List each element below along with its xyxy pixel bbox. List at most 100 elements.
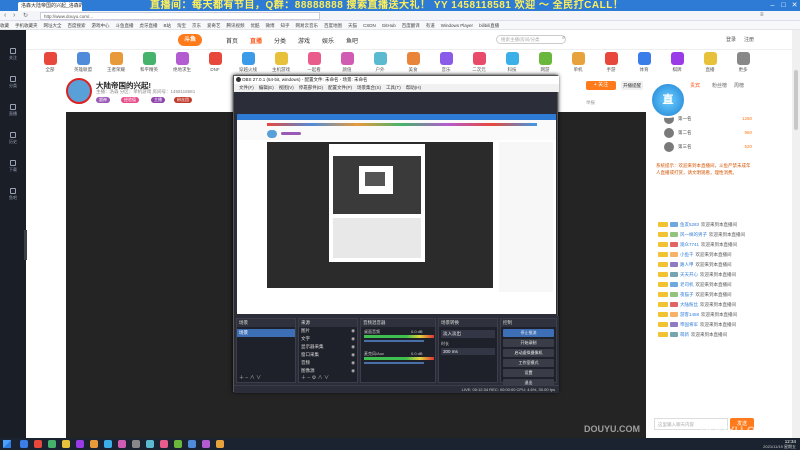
category-item[interactable]: 更多 — [729, 52, 757, 73]
source-item[interactable]: 音频 ◉ — [299, 359, 357, 367]
category-item[interactable]: 全部 — [36, 52, 64, 73]
bookmark-item[interactable]: 网易云音乐 — [296, 21, 319, 29]
browser-tab[interactable]: 洛森大陆帝国的兴起_洛森的直播间 — [18, 2, 82, 11]
bookmark-item[interactable]: 微博 — [266, 21, 275, 29]
chat-user[interactable]: 夜猫子 — [680, 292, 694, 297]
duration-input[interactable]: 300 ms — [441, 348, 495, 355]
taskbar-app-icon[interactable] — [188, 440, 196, 448]
search-icon[interactable]: ⌕ — [562, 35, 565, 42]
obs-menu-item[interactable]: 配置文件(P) — [328, 85, 352, 90]
maximize-icon[interactable]: □ — [778, 0, 789, 11]
taskbar-app-icon[interactable] — [76, 440, 84, 448]
chat-user[interactable]: 路人甲 — [680, 262, 694, 267]
control-button[interactable]: 设置 — [503, 369, 554, 377]
chat-user[interactable]: 帝国将军 — [680, 322, 698, 327]
eye-icon[interactable]: ◉ — [351, 336, 355, 342]
obs-menu-item[interactable]: 编辑(E) — [259, 85, 274, 90]
bookmark-item[interactable]: 百度搜索 — [68, 21, 86, 29]
bookmark-item[interactable]: 淘宝 — [177, 21, 186, 29]
bookmark-item[interactable]: bilibili直播 — [479, 21, 499, 29]
category-item[interactable]: 音乐 — [432, 52, 460, 73]
ranking-row[interactable]: 第三名 520 — [664, 142, 752, 152]
ranking-tab[interactable]: 周榜 — [734, 82, 744, 89]
nav-item[interactable]: 首页 — [226, 36, 238, 45]
menu-icon[interactable]: ≡ — [760, 12, 764, 18]
taskbar-app-icon[interactable] — [132, 440, 140, 448]
transition-select[interactable]: 淡入淡出 — [441, 330, 495, 338]
forward-icon[interactable]: › — [13, 12, 15, 19]
eye-icon[interactable]: ◉ — [351, 360, 355, 366]
taskbar-app-icon[interactable] — [216, 440, 224, 448]
site-logo[interactable]: 斗鱼 — [178, 34, 202, 46]
category-item[interactable]: 科技 — [498, 52, 526, 73]
nav-item[interactable]: 直播 — [250, 36, 262, 45]
category-item[interactable]: 网游 — [531, 52, 559, 73]
bookmark-item[interactable]: Windows Player — [441, 21, 473, 29]
eye-icon[interactable]: ◉ — [351, 344, 355, 350]
category-item[interactable]: 颜值 — [333, 52, 361, 73]
report-link[interactable]: 举报 — [586, 100, 595, 106]
chat-user[interactable]: 大陆粉丝 — [680, 302, 698, 307]
category-item[interactable]: 户外 — [366, 52, 394, 73]
category-item[interactable]: 主机游戏 — [267, 52, 295, 73]
bookmark-item[interactable]: 游戏中心 — [92, 21, 110, 29]
obs-menu-item[interactable]: 帮助(H) — [406, 85, 421, 90]
category-item[interactable]: 单机 — [564, 52, 592, 73]
chat-user[interactable]: 萌新 — [680, 332, 689, 337]
chat-user[interactable]: 观众7741 — [680, 242, 699, 247]
close-icon[interactable]: ✕ — [789, 0, 800, 11]
obs-menu-item[interactable]: 场景集合(S) — [357, 85, 381, 90]
chat-user[interactable]: 风一样的男子 — [680, 232, 707, 237]
ranking-row[interactable]: 第一名 1280 — [664, 114, 752, 124]
bookmark-item[interactable]: 知乎 — [281, 21, 290, 29]
nav-item[interactable]: 游戏 — [298, 36, 310, 45]
taskbar-app-icon[interactable] — [146, 440, 154, 448]
bookmark-item[interactable]: 有道 — [426, 21, 435, 29]
chat-user[interactable]: 游客1458 — [680, 312, 699, 317]
taskbar-app-icon[interactable] — [20, 440, 28, 448]
source-item[interactable]: 窗口采集 ◉ — [299, 351, 357, 359]
bookmark-item[interactable]: 网址大全 — [44, 21, 62, 29]
sidebar-handle[interactable] — [24, 230, 27, 260]
eye-icon[interactable]: ◉ — [351, 368, 355, 374]
category-item[interactable]: 一起看 — [300, 52, 328, 73]
taskbar-app-icon[interactable] — [174, 440, 182, 448]
category-item[interactable]: 王者荣耀 — [102, 52, 130, 73]
chat-user[interactable]: 天天开心 — [680, 272, 698, 277]
taskbar-app-icon[interactable] — [202, 440, 210, 448]
eye-icon[interactable]: ◉ — [351, 328, 355, 334]
obs-menu-item[interactable]: 工具(T) — [386, 85, 401, 90]
category-item[interactable]: 棋牌 — [663, 52, 691, 73]
category-item[interactable]: DNF — [201, 52, 229, 72]
control-button[interactable]: 启动虚拟摄像机 — [503, 349, 554, 357]
obs-menu-item[interactable]: 文件(F) — [239, 85, 254, 90]
refresh-icon[interactable]: ↻ — [23, 12, 28, 19]
control-button[interactable]: 工作室模式 — [503, 359, 554, 367]
category-item[interactable]: 英雄联盟 — [69, 52, 97, 73]
source-item[interactable]: 显示器采集 ◉ — [299, 343, 357, 351]
taskbar-app-icon[interactable] — [160, 440, 168, 448]
floating-badge[interactable]: 直 — [650, 82, 686, 118]
bookmark-item[interactable]: 爱奇艺 — [207, 21, 221, 29]
ranking-tab[interactable]: 贵宾 — [690, 82, 700, 89]
bookmark-item[interactable]: 百度翻译 — [402, 21, 420, 29]
page-scrollbar[interactable] — [792, 30, 800, 438]
bookmark-item[interactable]: 斗鱼直播 — [116, 21, 134, 29]
bookmark-item[interactable]: GitHub — [382, 21, 396, 29]
bookmark-item[interactable]: 百度地图 — [324, 21, 342, 29]
sidebar-item[interactable]: 鱼吧 — [0, 188, 26, 201]
category-item[interactable]: 手游 — [597, 52, 625, 73]
taskbar-app-icon[interactable] — [34, 440, 42, 448]
control-button[interactable]: 停止推流 — [503, 329, 554, 337]
volume-slider[interactable] — [364, 340, 424, 342]
control-button[interactable]: 开始录制 — [503, 339, 554, 347]
sidebar-item[interactable]: 历史 — [0, 132, 26, 145]
source-item[interactable]: 文字 ◉ — [299, 335, 357, 343]
taskbar-app-icon[interactable] — [118, 440, 126, 448]
follow-button[interactable]: + 关注 — [586, 81, 616, 90]
sidebar-item[interactable]: 下载 — [0, 160, 26, 173]
obs-menu-item[interactable]: 停靠部件(D) — [299, 85, 323, 90]
scrollbar-thumb[interactable] — [794, 70, 798, 130]
search-input[interactable]: 搜索主播/房间/分类 — [496, 35, 566, 44]
register-link[interactable]: 注册 — [744, 36, 754, 43]
